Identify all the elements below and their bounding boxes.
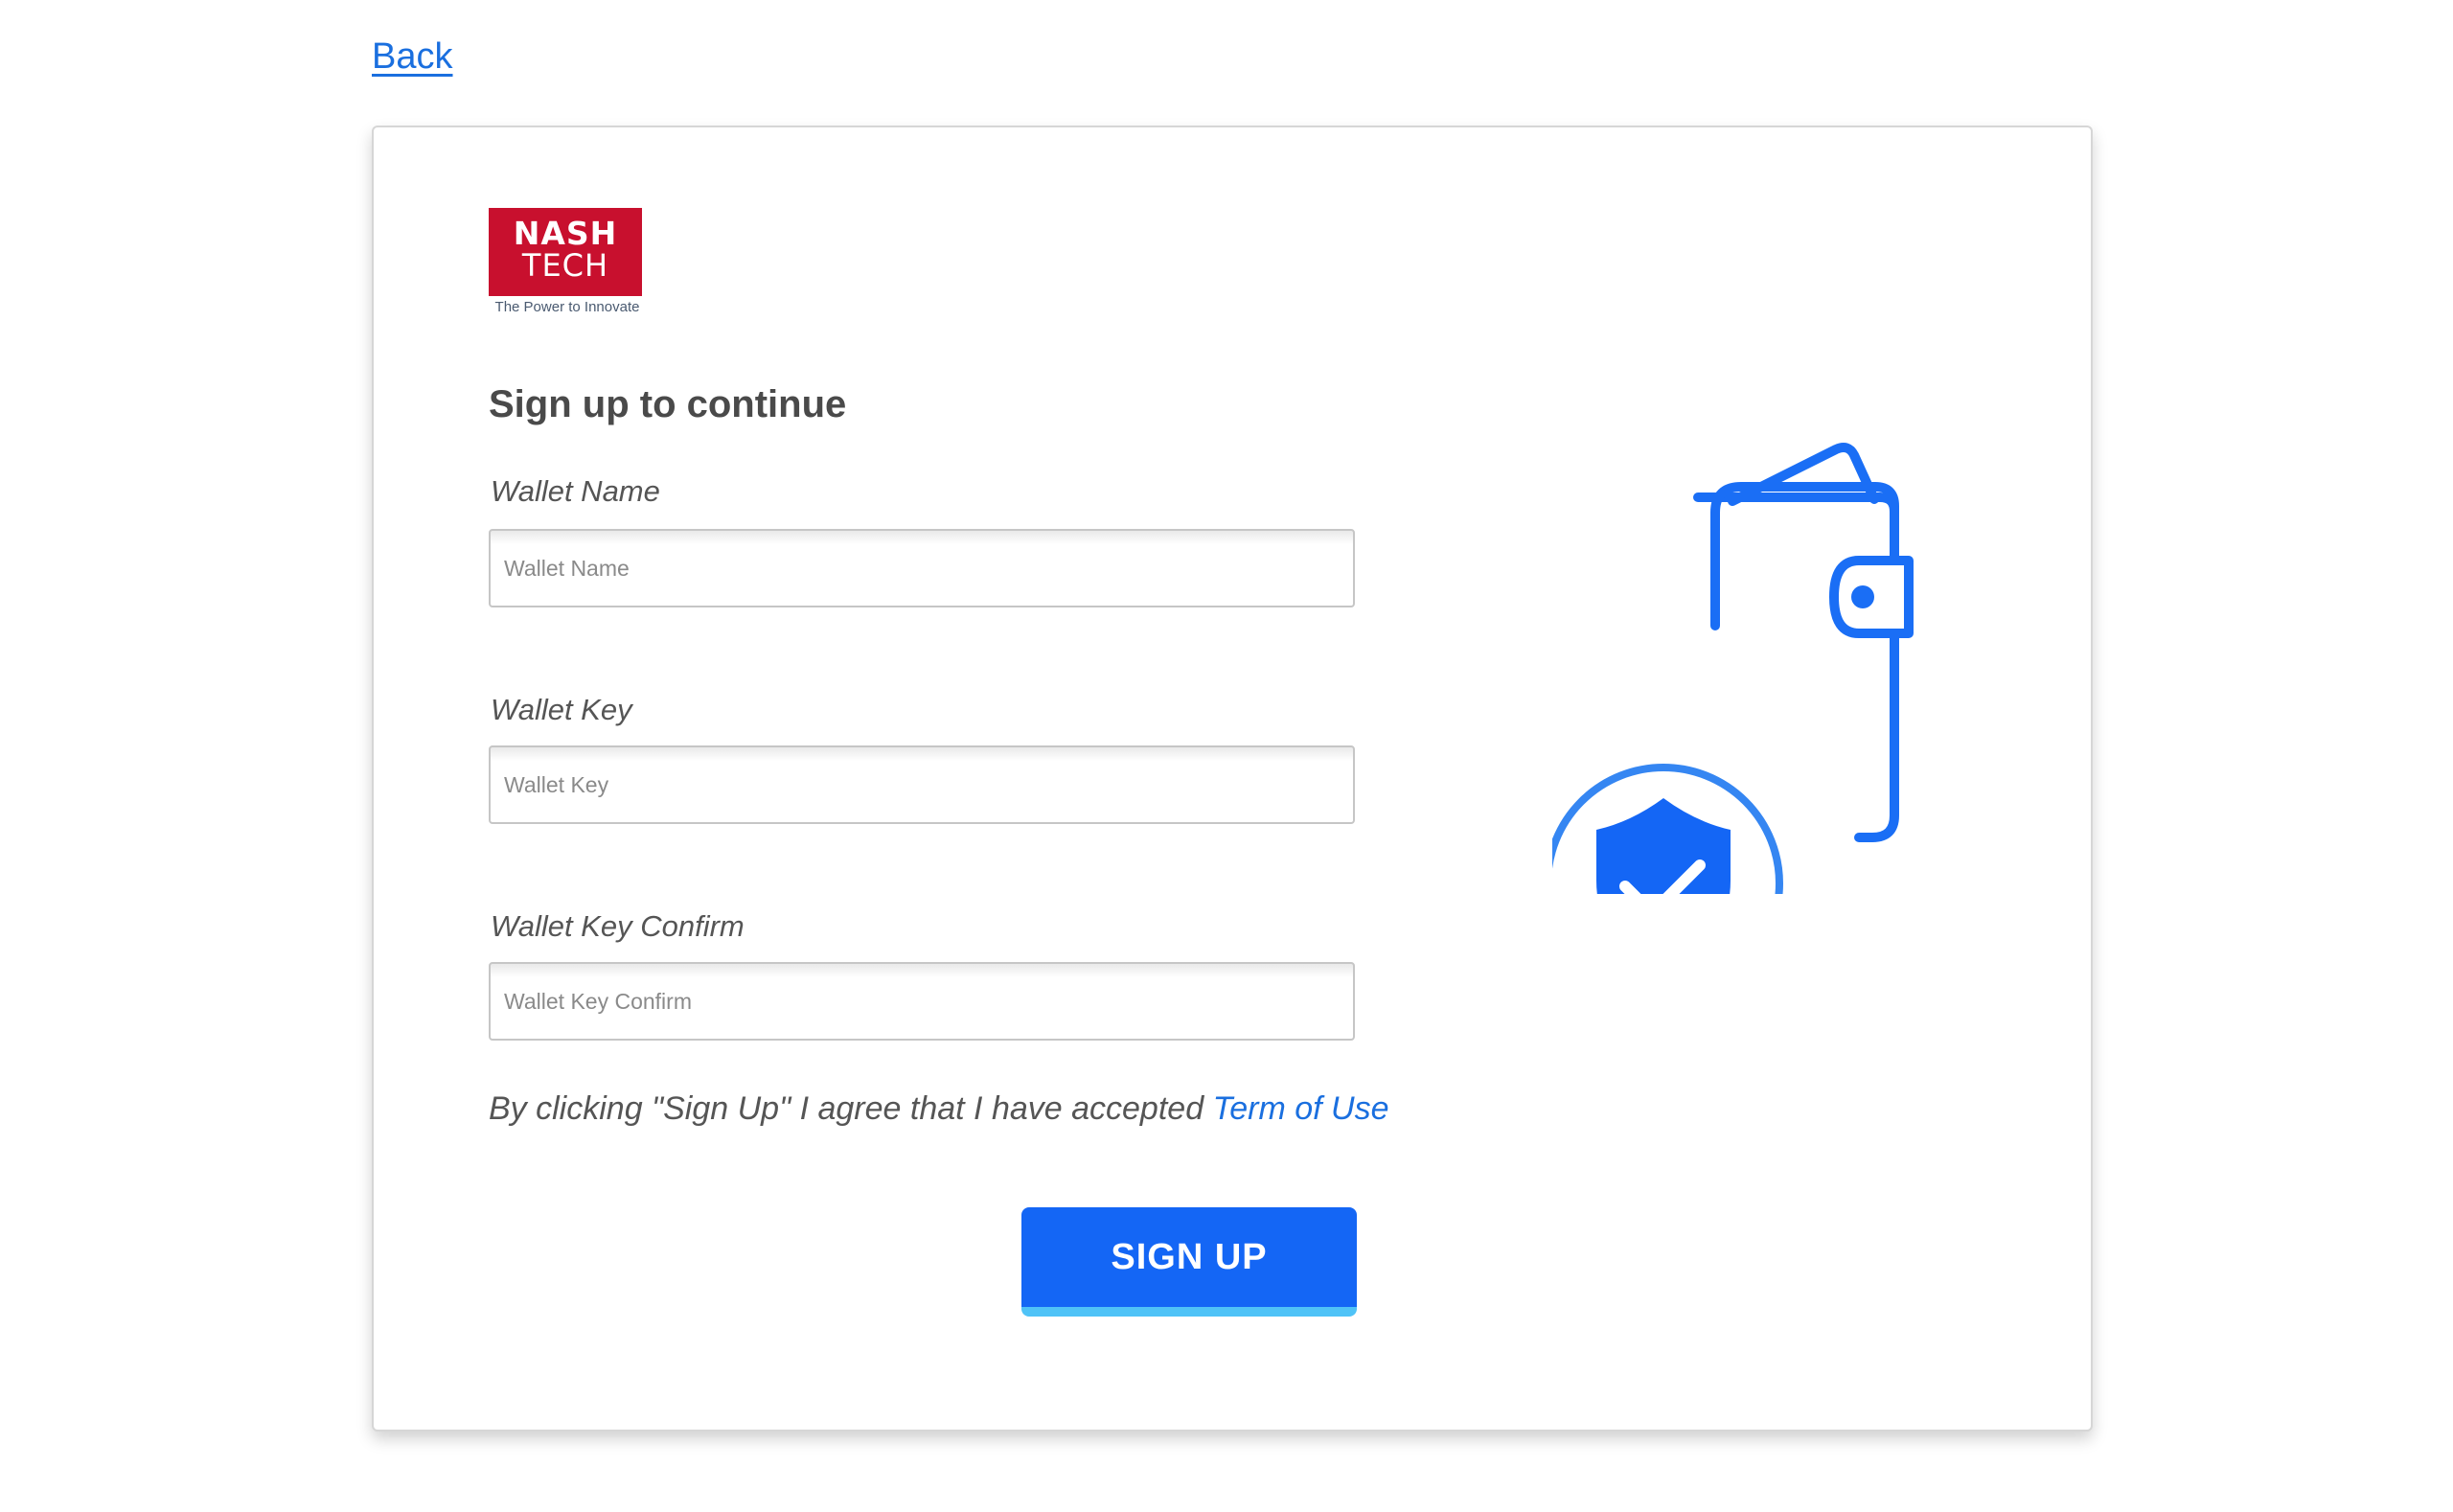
wallet-clasp-dot [1851, 585, 1874, 608]
wallet-shield-illustration [1552, 443, 1914, 894]
terms-statement: By clicking "Sign Up" I agree that I hav… [489, 1090, 1213, 1127]
logo-line1: NASH [513, 215, 618, 252]
shield-check-icon [1552, 764, 1783, 894]
terms-of-use-link[interactable]: Term of Use [1213, 1090, 1389, 1127]
logo-line2: TECH [521, 247, 609, 284]
wallet-key-confirm-label: Wallet Key Confirm [491, 909, 745, 943]
logo-badge: NASH TECH [489, 208, 642, 296]
page-title: Sign up to continue [489, 383, 847, 425]
wallet-icon [1693, 443, 1914, 842]
back-link[interactable]: Back [372, 36, 452, 78]
signup-card: NASH TECH The Power to Innovate Sign up … [372, 126, 2093, 1432]
terms-text: By clicking "Sign Up" I agree that I hav… [489, 1090, 1388, 1128]
wallet-key-label: Wallet Key [491, 693, 632, 726]
nashtech-logo: NASH TECH The Power to Innovate [489, 208, 644, 318]
wallet-key-input[interactable] [489, 745, 1355, 824]
sign-up-button[interactable]: SIGN UP [1021, 1207, 1357, 1317]
wallet-name-input[interactable] [489, 529, 1355, 607]
wallet-key-confirm-input[interactable] [489, 962, 1355, 1041]
wallet-name-label: Wallet Name [491, 474, 660, 508]
logo-tagline: The Power to Innovate [494, 299, 640, 315]
